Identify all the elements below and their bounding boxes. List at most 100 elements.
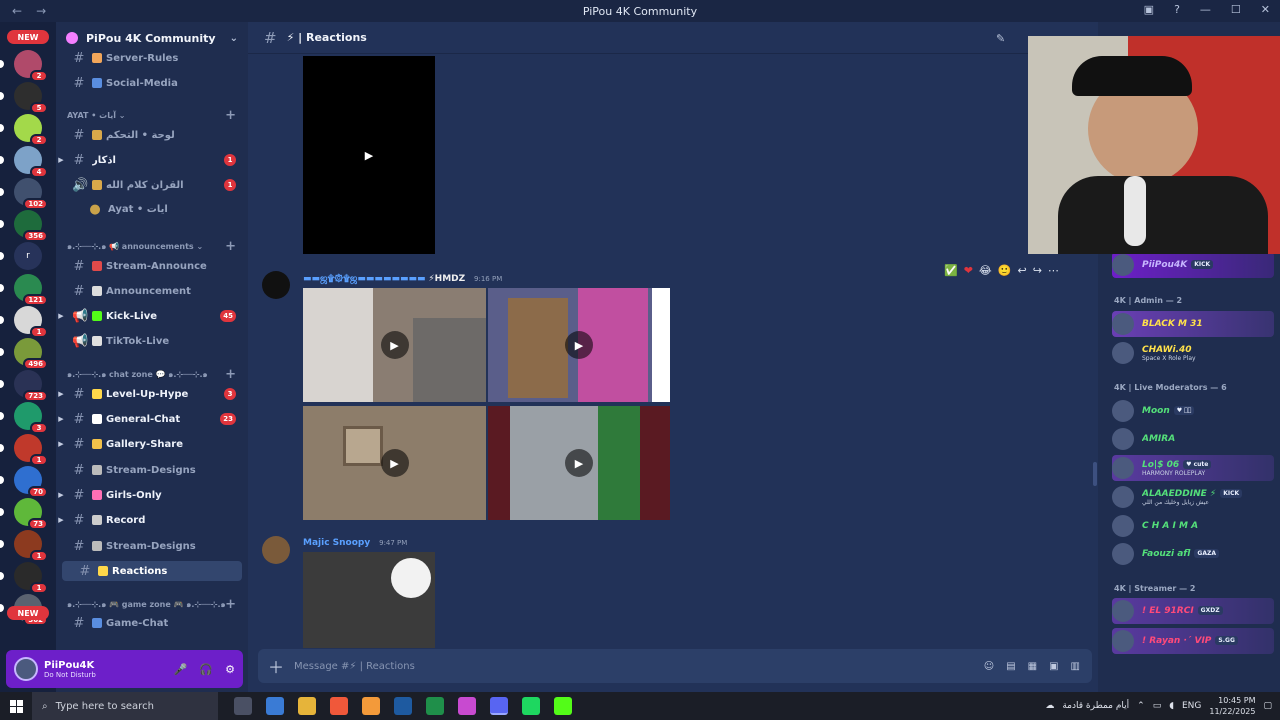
server-icon[interactable]: 1 (14, 434, 48, 466)
channel-item[interactable]: # Reactions (62, 561, 242, 581)
add-channel-icon[interactable]: + (225, 367, 236, 382)
video-attachment[interactable]: ▶ (303, 288, 486, 402)
maximize-icon[interactable]: ☐ (1231, 3, 1241, 16)
channel-item[interactable]: # Stream-Announce (56, 256, 248, 276)
channel-item[interactable]: # Server-Rules (56, 48, 248, 68)
settings-gear-icon[interactable]: ⚙ (225, 663, 235, 676)
play-icon[interactable]: ▶ (380, 331, 409, 359)
sticker-icon[interactable]: ▦ (1028, 661, 1037, 672)
server-icon[interactable]: 70 (14, 466, 48, 498)
author-name[interactable]: ▬▬ஜ۩۞۩ஜ▬▬▬▬▬▬▬▬ (303, 274, 425, 284)
server-icon[interactable]: 2 (14, 114, 48, 146)
weather-text[interactable]: أيام ممطرة قادمة (1062, 701, 1129, 711)
channel-item[interactable]: ▶ # Gallery-Share (56, 434, 248, 454)
gif-icon[interactable]: ▤ (1006, 661, 1015, 672)
category-header[interactable]: ๑.⊹──⊹.๑ 📢 announcements ⌄ + (56, 238, 248, 254)
clock[interactable]: 10:45 PM 11/22/2025 (1209, 695, 1255, 717)
message-composer[interactable]: ＋ Message #⚡ | Reactions ☺ ▤ ▦ ▣ ▥ (258, 649, 1092, 683)
member-item[interactable]: ALAAEDDINE ⚡ KICK عيش زيايل وخليك من اللي (1112, 484, 1274, 510)
discord-icon[interactable] (490, 697, 508, 715)
channel-item[interactable]: ▶ # اذكار 1 (56, 150, 248, 170)
avatar[interactable] (262, 271, 290, 299)
category-header[interactable]: ๑.⊹──⊹.๑ chat zone 💬 ๑.⊹──⊹.๑ + (56, 366, 248, 382)
add-channel-icon[interactable]: + (225, 108, 236, 123)
scrollbar[interactable] (1093, 462, 1097, 486)
member-item[interactable]: Lo|$ 06 ♥ cute HARMONY ROLEPLAY (1112, 455, 1274, 481)
add-channel-icon[interactable]: + (225, 239, 236, 254)
video-attachment[interactable]: ▶ (488, 288, 670, 402)
threads-icon[interactable]: ✎ (996, 32, 1010, 45)
help-icon[interactable]: ? (1174, 3, 1180, 16)
server-icon[interactable]: 356 (14, 210, 48, 242)
apps-icon[interactable]: ▥ (1071, 661, 1080, 672)
channel-item[interactable]: ● Ayat • آيات (56, 199, 248, 219)
channel-item[interactable]: ▶ # Girls-Only (56, 485, 248, 505)
server-icon[interactable]: 121 (14, 274, 48, 306)
add-reaction-icon[interactable]: 🙂 (998, 264, 1012, 277)
member-item[interactable]: Faouzi afl GAZA (1112, 541, 1274, 567)
avatar[interactable] (14, 657, 38, 681)
image-icon[interactable]: ▣ (1049, 661, 1058, 672)
windows-start-icon[interactable] (0, 699, 32, 713)
headphones-icon[interactable]: 🎧 (199, 663, 213, 676)
member-item[interactable]: PiiPou4K KICK (1112, 252, 1274, 278)
tray-chevron-icon[interactable]: ⌃ (1137, 701, 1145, 711)
video-attachment[interactable]: ▶ (303, 56, 435, 254)
category-header[interactable]: AYAT • آيات ⌄ + (56, 107, 248, 123)
heart-icon[interactable]: ❤ (964, 264, 973, 277)
add-channel-icon[interactable]: + (225, 597, 236, 612)
play-icon[interactable]: ▶ (355, 141, 383, 169)
channel-item[interactable]: 🔊 القرآن كلام الله 1 (56, 175, 248, 195)
network-icon[interactable]: ▭ (1153, 701, 1162, 711)
category-header[interactable]: ๑.⊹──⊹.๑ 🎮 game zone 🎮 ๑.⊹──⊹.๑ + (56, 596, 248, 612)
member-item[interactable]: AMIRA (1112, 426, 1274, 452)
video-attachment[interactable]: ▶ (303, 406, 486, 520)
app-icon[interactable] (362, 697, 380, 715)
server-icon[interactable]: 102 (14, 178, 48, 210)
more-icon[interactable]: ⋯ (1048, 264, 1059, 277)
language-indicator[interactable]: ENG (1182, 701, 1201, 711)
channel-item[interactable]: ▶ # Level-Up-Hype 3 (56, 384, 248, 404)
add-attachment-icon[interactable]: ＋ (258, 654, 294, 678)
kick-icon[interactable] (554, 697, 572, 715)
task-view-icon[interactable] (234, 697, 252, 715)
member-item[interactable]: CHAWi.40 Space X Role Play (1112, 340, 1274, 366)
channel-item[interactable]: # Announcement (56, 281, 248, 301)
file-explorer-icon[interactable] (298, 697, 316, 715)
channel-item[interactable]: # Stream-Designs (56, 460, 248, 480)
play-icon[interactable]: ▶ (565, 449, 593, 477)
reply-icon[interactable]: ↩ (1017, 264, 1026, 277)
play-icon[interactable]: ▶ (380, 449, 409, 477)
member-item[interactable]: C H A I M A (1112, 513, 1274, 539)
minimize-icon[interactable]: — (1200, 3, 1211, 16)
member-item[interactable]: Moon ♥ ؏ؙ (1112, 398, 1274, 424)
play-icon[interactable]: ▶ (565, 331, 593, 359)
member-item[interactable]: ! EL 91RCI GXDZ (1112, 598, 1274, 624)
member-item[interactable]: ! Rayan ·´ VIP S.GG (1112, 628, 1274, 654)
volume-icon[interactable]: ◖ (1169, 701, 1174, 711)
author-name[interactable]: Majic Snoopy (303, 538, 370, 548)
microphone-icon[interactable]: 🎤 (174, 663, 188, 676)
image-attachment[interactable] (303, 552, 435, 648)
taskbar-search[interactable]: ⌕ Type here to search (32, 692, 218, 720)
new-servers-pill[interactable]: NEW (7, 606, 49, 620)
laugh-icon[interactable]: 😂 (979, 264, 992, 277)
app-icon[interactable] (522, 697, 540, 715)
channel-item[interactable]: ▶ 📢 Kick-Live 45 (56, 306, 248, 326)
channel-item[interactable]: 📢 TikTok-Live (56, 331, 248, 351)
server-icon[interactable]: 1 (14, 562, 48, 594)
notifications-icon[interactable]: ▢ (1263, 701, 1272, 711)
channel-item[interactable]: # Game-Chat (56, 613, 248, 633)
inbox-icon[interactable]: ▣ (1144, 3, 1154, 16)
steam-icon[interactable] (394, 697, 412, 715)
server-icon[interactable]: 1 (14, 306, 48, 338)
excel-icon[interactable] (426, 697, 444, 715)
server-icon[interactable]: 723 (14, 370, 48, 402)
server-icon[interactable]: 73 (14, 498, 48, 530)
app-icon[interactable] (266, 697, 284, 715)
server-icon[interactable]: 2 (14, 50, 48, 82)
channel-item[interactable]: # لوحة • التحكم (56, 125, 248, 145)
channel-item[interactable]: # Social-Media (56, 73, 248, 93)
close-icon[interactable]: ✕ (1261, 3, 1270, 16)
channel-item[interactable]: ▶ # Record (56, 510, 248, 530)
